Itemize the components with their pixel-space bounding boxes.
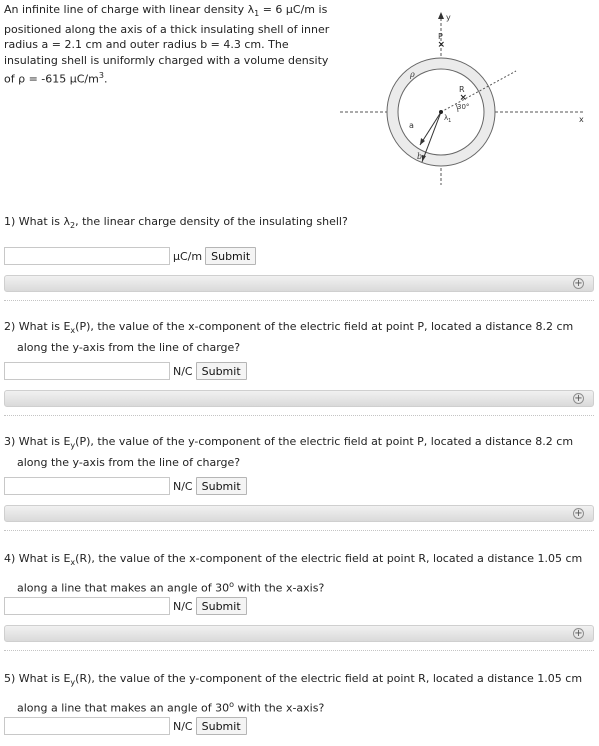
answer-row-2: N/C Submit — [4, 361, 247, 381]
divider-3 — [4, 530, 594, 531]
submit-button-4[interactable]: Submit — [195, 597, 247, 615]
x-axis-label: x — [579, 115, 584, 124]
expand-bar-2[interactable]: + — [4, 390, 594, 407]
expand-bar-3[interactable]: + — [4, 505, 594, 522]
question-2-text: 2) What is Ex(P), the value of the x-com… — [4, 320, 574, 336]
submit-button-1[interactable]: Submit — [205, 247, 257, 265]
y-axis-label: y — [446, 13, 451, 22]
y-axis-arrow — [438, 12, 444, 19]
submit-button-3[interactable]: Submit — [195, 477, 247, 495]
question-2: 2) What is Ex(P), the value of the x-com… — [4, 318, 594, 356]
answer-input-5[interactable] — [4, 717, 170, 735]
problem-statement: An infinite line of charge with linear d… — [4, 2, 339, 87]
expand-plus-icon[interactable]: + — [573, 393, 584, 404]
answer-input-2[interactable] — [4, 362, 170, 380]
unit-label-4: N/C — [173, 599, 193, 613]
unit-label-1: μC/m — [173, 249, 203, 263]
unit-label-2: N/C — [173, 364, 193, 378]
divider-4 — [4, 650, 594, 651]
submit-button-5[interactable]: Submit — [195, 717, 247, 735]
answer-input-3[interactable] — [4, 477, 170, 495]
radius-b-label: b — [417, 152, 422, 161]
question-4-text: 4) What is Ex(R), the value of the x-com… — [4, 552, 583, 568]
radius-a-label: a — [409, 121, 414, 130]
expand-bar-4[interactable]: + — [4, 625, 594, 642]
expand-plus-icon[interactable]: + — [573, 628, 584, 639]
question-5: 5) What is Ey(R), the value of the y-com… — [4, 668, 594, 720]
divider-2 — [4, 415, 594, 416]
expand-plus-icon[interactable]: + — [573, 278, 584, 289]
unit-label-3: N/C — [173, 479, 193, 493]
expand-plus-icon[interactable]: + — [573, 508, 584, 519]
question-5-text: 5) What is Ey(R), the value of the y-com… — [4, 672, 583, 688]
question-1-text: 1) What is λ2, the linear charge density… — [4, 215, 348, 231]
shell-diagram: y x 30° a b ρ λ1 P × R × — [340, 12, 584, 185]
divider-1 — [4, 300, 594, 301]
intro-text-a: An infinite line of charge with linear d… — [4, 3, 255, 16]
submit-button-2[interactable]: Submit — [195, 362, 247, 380]
line-charge-dot — [439, 110, 443, 114]
question-3-text: 3) What is Ey(P), the value of the y-com… — [4, 435, 574, 451]
question-2-text-line2: along the y-axis from the line of charge… — [17, 341, 241, 355]
answer-row-3: N/C Submit — [4, 476, 247, 496]
answer-input-1[interactable] — [4, 247, 170, 265]
answer-row-1: μC/m Submit — [4, 246, 257, 266]
rho-label: ρ — [409, 70, 415, 79]
angle-label: 30° — [457, 103, 469, 111]
answer-row-5: N/C Submit — [4, 716, 247, 736]
question-1: 1) What is λ2, the linear charge density… — [4, 213, 594, 234]
question-3-text-line2: along the y-axis from the line of charge… — [17, 456, 241, 470]
expand-bar-1[interactable]: + — [4, 275, 594, 292]
intro-text-c: . — [103, 72, 108, 86]
point-r-marker: × — [460, 93, 468, 103]
question-4: 4) What is Ex(R), the value of the x-com… — [4, 548, 594, 600]
point-p-marker: × — [438, 40, 446, 50]
answer-row-4: N/C Submit — [4, 596, 247, 616]
unit-label-5: N/C — [173, 719, 193, 733]
question-3: 3) What is Ey(P), the value of the y-com… — [4, 433, 594, 471]
answer-input-4[interactable] — [4, 597, 170, 615]
